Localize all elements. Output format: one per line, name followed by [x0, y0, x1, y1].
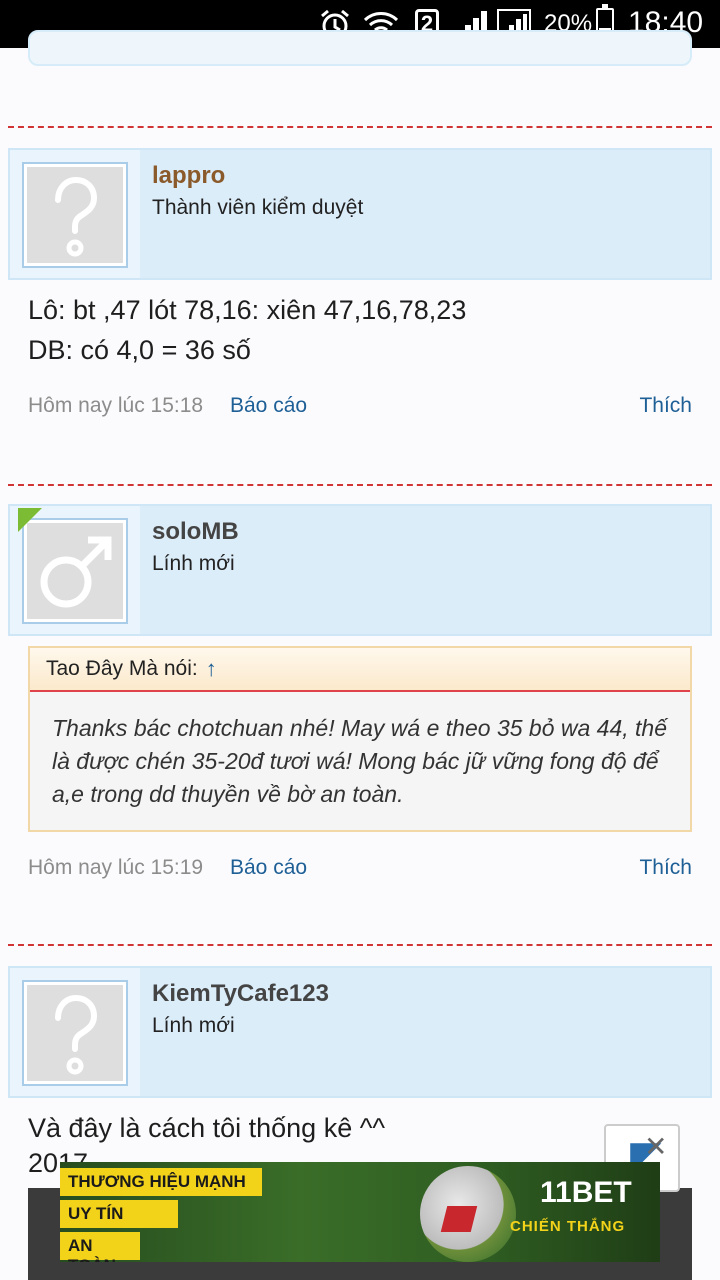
male-avatar-icon — [40, 536, 112, 608]
previous-quote-box — [28, 30, 692, 66]
username-link[interactable]: soloMB — [152, 518, 239, 546]
avatar-container — [10, 506, 140, 634]
soccer-ball-image — [420, 1166, 516, 1262]
avatar-container — [10, 968, 140, 1096]
post-divider — [8, 944, 712, 946]
avatar[interactable] — [22, 518, 128, 624]
quote-author: Tao Đây Mà nói: — [46, 657, 198, 680]
close-icon[interactable]: ✕ — [644, 1130, 667, 1163]
avatar-container — [10, 150, 140, 278]
unknown-avatar-icon — [55, 994, 98, 1075]
post-timestamp[interactable]: Hôm nay lúc 15:19 — [28, 856, 203, 880]
like-link[interactable]: Thích — [639, 394, 692, 418]
post-timestamp[interactable]: Hôm nay lúc 15:18 — [28, 394, 203, 418]
user-panel: soloMB Lính mới — [8, 504, 712, 636]
username-link[interactable]: lappro — [152, 162, 225, 190]
ad-tag: THƯƠNG HIỆU MẠNH — [60, 1168, 262, 1196]
avatar[interactable] — [22, 980, 128, 1086]
ad-banner[interactable]: THƯƠNG HIỆU MẠNH UY TÍN AN TOÀN 11BET CH… — [60, 1162, 660, 1262]
user-title: Lính mới — [152, 1014, 235, 1037]
unknown-avatar-icon — [55, 176, 98, 257]
ad-slogan: CHIẾN THẮNG — [510, 1218, 626, 1235]
user-title: Lính mới — [152, 552, 235, 575]
post-divider — [8, 126, 712, 128]
ad-tag: UY TÍN — [60, 1200, 178, 1228]
go-to-quoted-post-arrow-icon[interactable]: ↑ — [206, 656, 217, 682]
like-link[interactable]: Thích — [639, 856, 692, 880]
user-title: Thành viên kiểm duyệt — [152, 196, 364, 219]
user-panel: lappro Thành viên kiểm duyệt — [8, 148, 712, 280]
report-link[interactable]: Báo cáo — [230, 856, 307, 880]
post-message: Và đây là cách tôi thống kê ^^ — [28, 1113, 386, 1143]
post-message: Lô: bt ,47 lót 78,16: xiên 47,16,78,23 D… — [28, 295, 467, 365]
ad-tag: AN TOÀN — [60, 1232, 140, 1262]
quote-header: Tao Đây Mà nói: ↑ — [30, 648, 690, 692]
user-panel: KiemTyCafe123 Lính mới — [8, 966, 712, 1098]
post-divider — [8, 484, 712, 486]
report-link[interactable]: Báo cáo — [230, 394, 307, 418]
username-link[interactable]: KiemTyCafe123 — [152, 980, 329, 1008]
ad-brand-logo: 11BET — [540, 1176, 632, 1209]
quote-box: Tao Đây Mà nói: ↑ Thanks bác chotchuan n… — [28, 646, 692, 832]
avatar[interactable] — [22, 162, 128, 268]
quote-text: Thanks bác chotchuan nhé! May wá e theo … — [52, 715, 668, 807]
